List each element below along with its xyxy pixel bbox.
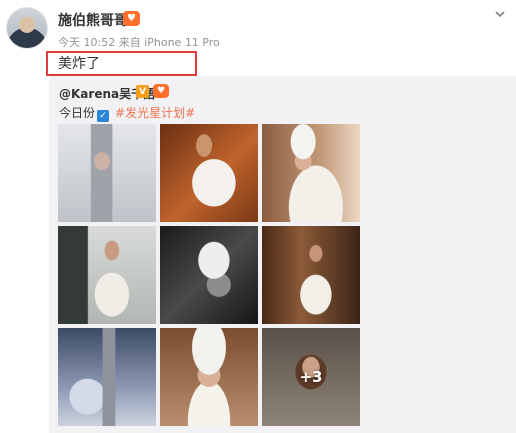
weibo-post: 施伯熊哥哥 ♥ 今天 10:52 来自 iPhone 11 Pro 美炸了 @K… <box>0 0 516 433</box>
hashtag-link[interactable]: #发光星计划# <box>115 106 195 120</box>
verified-v-icon: V <box>136 85 149 98</box>
repost-text: 今日份 ✓ #发光星计划# <box>59 104 195 122</box>
avatar[interactable] <box>6 7 48 49</box>
photo-thumbnail[interactable]: +3 <box>262 328 360 426</box>
check-icon: ✓ <box>97 110 110 122</box>
repost-container: @Karena吴千語 V ♥ 今日份 ✓ #发光星计划# +3 <box>49 76 516 433</box>
post-meta: 今天 10:52 来自 iPhone 11 Pro <box>58 36 220 49</box>
photo-thumbnail[interactable] <box>160 328 258 426</box>
photo-thumbnail[interactable] <box>262 226 360 324</box>
fan-badge-icon: ♥ <box>153 84 169 98</box>
repost-text-prefix: 今日份 <box>59 106 96 120</box>
fan-badge-icon: ♥ <box>123 11 140 26</box>
photo-thumbnail[interactable] <box>160 124 258 222</box>
more-photos-count[interactable]: +3 <box>262 328 360 426</box>
post-username[interactable]: 施伯熊哥哥 <box>58 10 128 30</box>
photo-thumbnail[interactable] <box>58 226 156 324</box>
post-text: 美炸了 <box>58 56 100 72</box>
photo-thumbnail[interactable] <box>262 124 360 222</box>
photo-thumbnail[interactable] <box>58 124 156 222</box>
photo-thumbnail[interactable] <box>58 328 156 426</box>
chevron-down-icon[interactable] <box>494 8 506 20</box>
photo-thumbnail[interactable] <box>160 226 258 324</box>
